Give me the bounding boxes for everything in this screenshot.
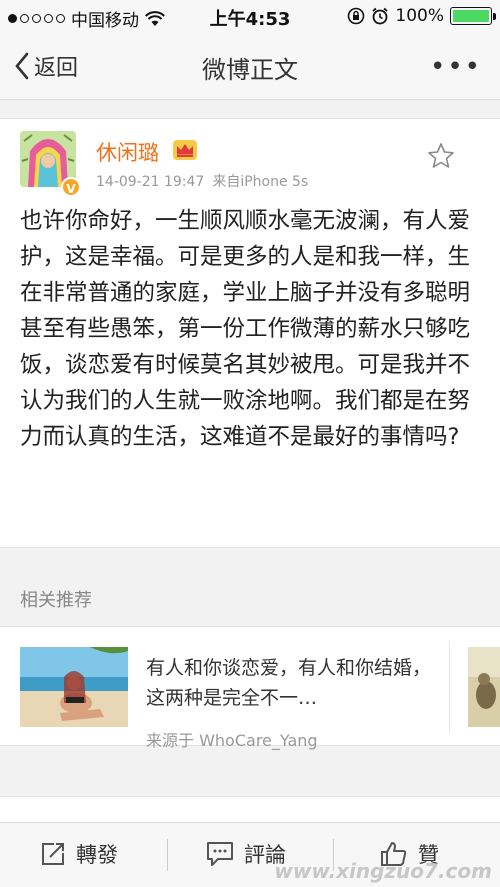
related-item[interactable]: 有人和你谈恋爱，有人和你结婚，这两种是完全不一… 来源于 WhoCare_Yan… bbox=[0, 626, 500, 750]
repost-icon bbox=[42, 843, 64, 865]
author-name[interactable]: 休闲璐 bbox=[96, 137, 159, 167]
related-source: 来源于 WhoCare_Yang bbox=[146, 731, 318, 750]
alarm-icon bbox=[372, 7, 388, 25]
watermark: www.xingzuo7.com bbox=[274, 859, 492, 883]
related-divider bbox=[449, 641, 450, 733]
battery-icon bbox=[450, 7, 496, 25]
post-body: 也许你命好，一生顺风顺水毫无波澜，有人爱护，这是幸福。可是更多的人是和我一样，生… bbox=[20, 208, 471, 450]
battery-percent: 100% bbox=[395, 6, 444, 26]
favorite-star-icon[interactable] bbox=[426, 141, 456, 171]
comment-icon bbox=[207, 842, 233, 866]
post-time: 14-09-21 19:47 bbox=[96, 174, 205, 190]
nav-bar: 返回 微博正文 ••• bbox=[0, 34, 500, 100]
rotation-lock-icon bbox=[348, 7, 365, 25]
toolbar-divider bbox=[167, 839, 168, 871]
related-header: 相关推荐 bbox=[20, 590, 92, 611]
post-card: V 休闲璐 14-09-21 19:47 来自iPhone 5s 也许你命好，一生… bbox=[0, 118, 500, 548]
vip-crown-icon[interactable] bbox=[172, 139, 198, 161]
page-title: 微博正文 bbox=[202, 56, 298, 84]
status-bar: 中国移动 上午4:53 100% bbox=[0, 0, 500, 34]
related-thumbnail bbox=[20, 647, 128, 727]
repost-label: 轉發 bbox=[76, 843, 118, 867]
post-meta: 14-09-21 19:47 来自iPhone 5s bbox=[96, 171, 308, 191]
bottom-toolbar: 轉發 評論 贊 www.xingzuo7.com bbox=[0, 822, 500, 887]
repost-button[interactable]: 轉發 bbox=[40, 839, 118, 869]
next-item-strip bbox=[0, 796, 500, 822]
verified-badge-icon: V bbox=[61, 177, 81, 197]
battery-fill bbox=[453, 10, 489, 22]
related-title: 有人和你谈恋爱，有人和你结婚，这两种是完全不一… bbox=[146, 657, 432, 709]
post-source: 来自iPhone 5s bbox=[212, 174, 309, 190]
more-button[interactable]: ••• bbox=[430, 52, 482, 82]
status-right: 100% bbox=[347, 6, 496, 26]
related-thumbnail-next[interactable] bbox=[468, 647, 500, 727]
